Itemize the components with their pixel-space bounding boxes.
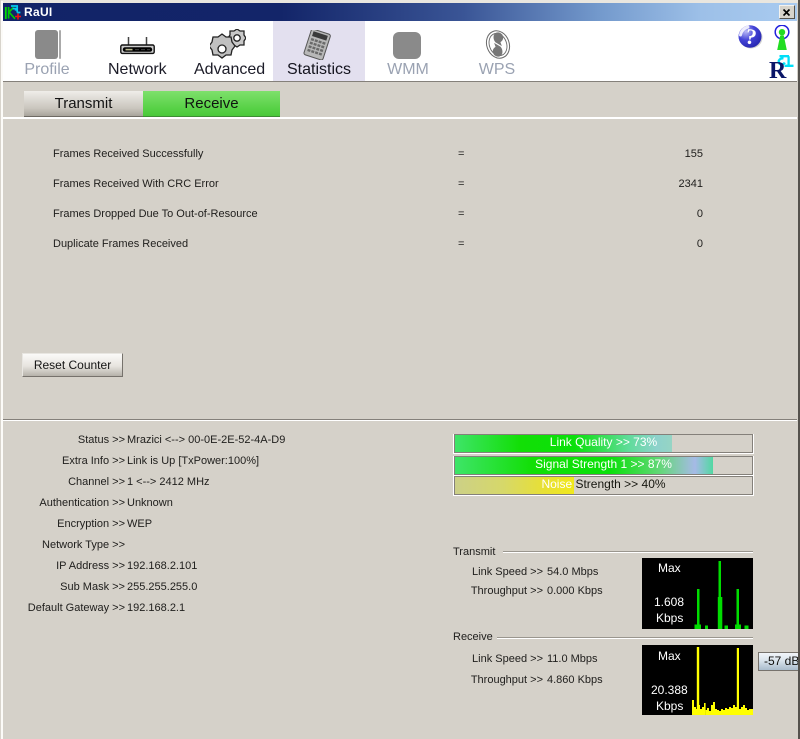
svg-text:1.608: 1.608 (654, 595, 684, 609)
svg-text:Kbps: Kbps (656, 611, 683, 625)
svg-text:Max: Max (658, 561, 681, 575)
svg-text:Kbps: Kbps (656, 699, 683, 713)
svg-text:R: R (769, 58, 787, 81)
svg-text:20.388: 20.388 (651, 683, 688, 697)
svg-text:Max: Max (658, 649, 681, 663)
